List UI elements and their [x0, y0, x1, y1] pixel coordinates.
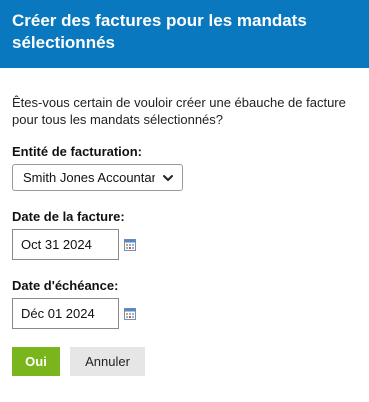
create-invoices-dialog: Créer des factures pour les mandats séle…	[0, 0, 369, 402]
confirmation-prompt: Êtes-vous certain de vouloir créer une é…	[12, 95, 346, 127]
dialog-actions: Oui Annuler	[12, 347, 145, 376]
dialog-title: Créer des factures pour les mandats séle…	[12, 11, 307, 52]
due-date-row	[12, 298, 357, 329]
dialog-header: Créer des factures pour les mandats séle…	[0, 0, 369, 68]
billing-entity-select[interactable]: Smith Jones Accountants	[12, 164, 183, 191]
due-date-input[interactable]	[12, 298, 119, 329]
dialog-content: Êtes-vous certain de vouloir créer une é…	[0, 68, 369, 329]
invoice-date-label: Date de la facture:	[12, 209, 125, 224]
billing-entity-label: Entité de facturation:	[12, 144, 143, 159]
ok-button[interactable]: Oui	[12, 347, 60, 376]
calendar-icon[interactable]	[124, 307, 136, 320]
billing-entity-value: Smith Jones Accountants	[23, 170, 155, 185]
calendar-icon[interactable]	[124, 238, 136, 251]
invoice-date-input[interactable]	[12, 229, 119, 260]
invoice-date-row	[12, 229, 357, 260]
due-date-label: Date d'échéance:	[12, 278, 119, 293]
chevron-down-icon	[163, 175, 173, 181]
cancel-button[interactable]: Annuler	[70, 347, 145, 376]
